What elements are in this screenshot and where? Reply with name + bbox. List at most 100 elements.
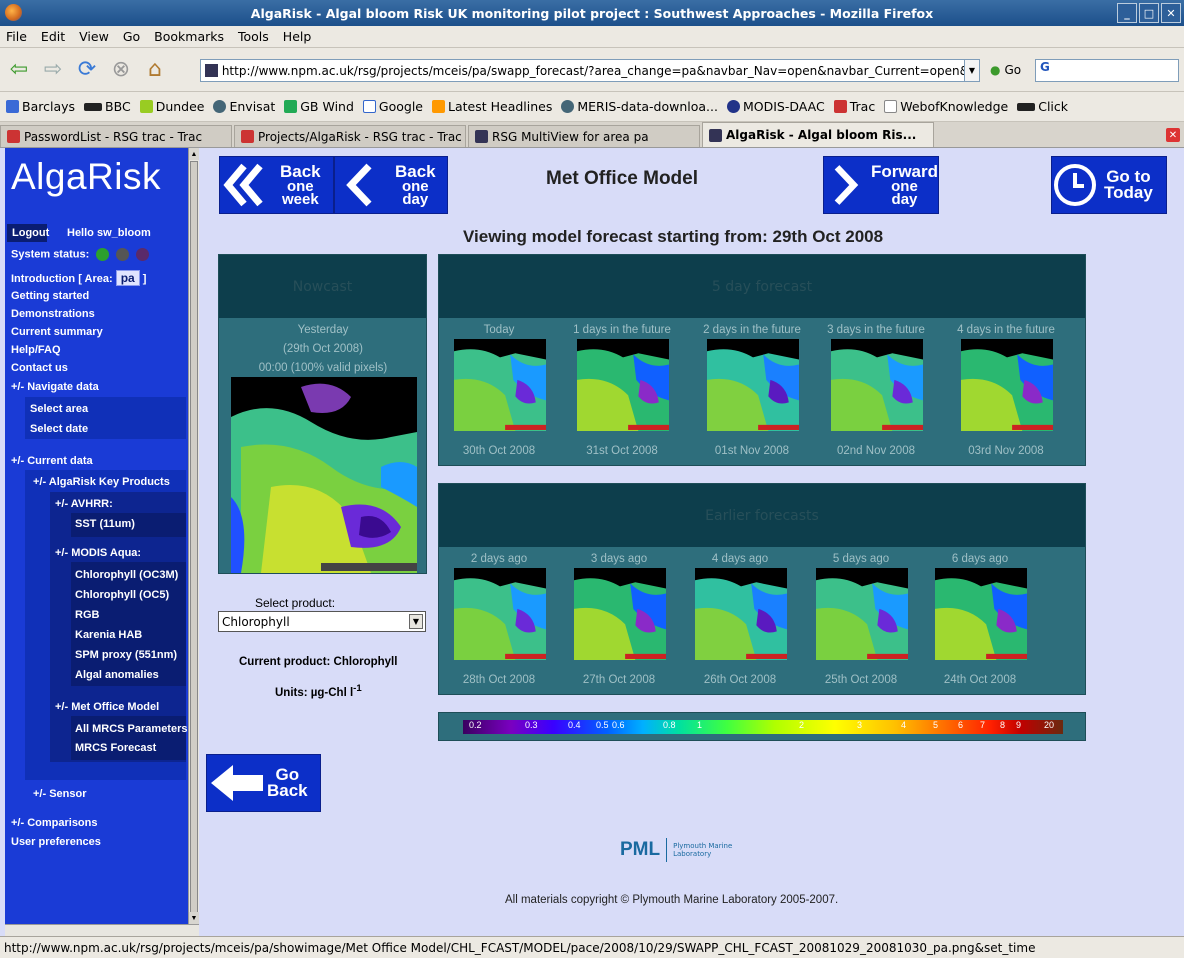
earlier-top-label: 6 days ago — [951, 553, 1009, 565]
bookmark-label: MERIS-data-downloa... — [577, 99, 718, 114]
forecast-map-thumbnail[interactable] — [961, 339, 1053, 431]
scroll-down-icon[interactable]: ▼ — [189, 912, 199, 924]
earlier-map-thumbnail[interactable] — [574, 568, 666, 660]
nowcast-map-image[interactable] — [231, 377, 417, 573]
go-button[interactable]: ● Go — [990, 63, 1021, 77]
go-to-today-button[interactable]: Go to Today — [1051, 156, 1167, 214]
menu-help[interactable]: Help — [283, 29, 312, 44]
sensor-toggle[interactable]: +/- Sensor — [33, 788, 87, 800]
spm-proxy-link[interactable]: SPM proxy (551nm) — [75, 649, 177, 661]
bookmark-latest-headlines[interactable]: Latest Headlines — [432, 99, 552, 114]
scroll-thumb[interactable] — [190, 161, 198, 916]
current-summary-link[interactable]: Current summary — [11, 326, 103, 338]
menu-edit[interactable]: Edit — [41, 29, 65, 44]
modis-toggle[interactable]: +/- MODIS Aqua: — [55, 547, 141, 559]
legend-tick-label: 0.5 — [596, 720, 609, 730]
earlier-top-label: 5 days ago — [832, 553, 890, 565]
back-one-week-button[interactable]: Back one week — [219, 156, 334, 214]
forecast-date-label: 01st Nov 2008 — [714, 445, 790, 457]
navigate-data-toggle[interactable]: +/- Navigate data — [11, 381, 99, 393]
contact-us-link[interactable]: Contact us — [11, 362, 68, 374]
bookmark-webofknowledge[interactable]: WebofKnowledge — [884, 99, 1008, 114]
bookmark-label: Latest Headlines — [448, 99, 553, 114]
search-input[interactable]: G — [1035, 59, 1179, 82]
forecast-map-thumbnail[interactable] — [454, 339, 546, 431]
go-to-today-label: Go to Today — [1104, 168, 1153, 201]
menu-go[interactable]: Go — [123, 29, 140, 44]
introduction-link[interactable]: Introduction — [11, 273, 75, 285]
scroll-up-icon[interactable]: ▲ — [189, 148, 199, 160]
units-exponent: -1 — [353, 683, 362, 694]
system-status: System status: — [11, 248, 150, 261]
chevron-down-icon[interactable]: ▼ — [409, 614, 423, 629]
close-tab-icon[interactable]: ✕ — [1166, 128, 1180, 142]
sst-link[interactable]: SST (11um) — [75, 518, 135, 530]
back-one-day-button[interactable]: Back one day — [334, 156, 448, 214]
earlier-map-thumbnail[interactable] — [454, 568, 546, 660]
current-data-toggle[interactable]: +/- Current data — [11, 455, 93, 467]
url-dropdown-icon[interactable]: ▼ — [964, 59, 980, 82]
close-window-button[interactable]: ✕ — [1161, 3, 1181, 23]
sidebar-vertical-scrollbar[interactable]: ▲ ▼ — [188, 148, 199, 924]
earlier-map-thumbnail[interactable] — [695, 568, 787, 660]
user-preferences-link[interactable]: User preferences — [11, 836, 101, 848]
chlorophyll-oc3m-link[interactable]: Chlorophyll (OC3M) — [75, 569, 178, 581]
bookmark-trac[interactable]: Trac — [833, 99, 875, 114]
bookmark-modis-daac[interactable]: MODIS-DAAC — [726, 99, 825, 114]
tab-rsg-multiview[interactable]: RSG MultiView for area pa — [468, 125, 700, 147]
forecast-map-thumbnail[interactable] — [577, 339, 669, 431]
getting-started-link[interactable]: Getting started — [11, 290, 89, 302]
menu-bookmarks[interactable]: Bookmarks — [154, 29, 224, 44]
menu-file[interactable]: File — [6, 29, 27, 44]
menu-tools[interactable]: Tools — [238, 29, 269, 44]
forward-one-day-button[interactable]: Forward one day — [823, 156, 939, 214]
demonstrations-link[interactable]: Demonstrations — [11, 308, 95, 320]
bookmark-dundee[interactable]: Dundee — [139, 99, 204, 114]
area-value[interactable]: pa — [115, 270, 140, 286]
forecast-map-thumbnail[interactable] — [831, 339, 923, 431]
rgb-link[interactable]: RGB — [75, 609, 99, 621]
bookmark-envisat[interactable]: Envisat — [213, 99, 275, 114]
reload-icon[interactable]: ⟳ — [72, 55, 102, 85]
bookmark-click[interactable]: Click — [1017, 99, 1068, 114]
tab-projects-algarisk[interactable]: Projects/AlgaRisk - RSG trac - Trac — [234, 125, 466, 147]
chlorophyll-oc5-link[interactable]: Chlorophyll (OC5) — [75, 589, 169, 601]
tab-passwordlist[interactable]: PasswordList - RSG trac - Trac — [0, 125, 232, 147]
bookmark-gb-wind[interactable]: GB Wind — [284, 99, 354, 114]
maximize-button[interactable]: □ — [1139, 3, 1159, 23]
earlier-map-thumbnail[interactable] — [816, 568, 908, 660]
bookmark-bbc[interactable]: BBC — [84, 99, 131, 114]
met-office-toggle[interactable]: +/- Met Office Model — [55, 701, 159, 713]
select-area-link[interactable]: Select area — [30, 403, 88, 415]
nowcast-header: Nowcast — [219, 255, 426, 318]
bookmark-meris[interactable]: MERIS-data-downloa... — [561, 99, 718, 114]
go-back-button[interactable]: Go Back — [206, 754, 321, 812]
sidebar-horizontal-scrollbar[interactable] — [5, 924, 199, 936]
clock-icon — [1054, 164, 1096, 206]
bookmark-google[interactable]: Google — [362, 99, 423, 114]
menu-view[interactable]: View — [79, 29, 109, 44]
url-input[interactable]: http://www.npm.ac.uk/rsg/projects/mceis/… — [200, 59, 970, 82]
select-date-link[interactable]: Select date — [30, 423, 88, 435]
avhrr-toggle[interactable]: +/- AVHRR: — [55, 498, 113, 510]
help-faq-link[interactable]: Help/FAQ — [11, 344, 61, 356]
stop-icon[interactable]: ⊗ — [106, 55, 136, 85]
legend-tick-label: 6 — [958, 720, 964, 730]
comparisons-toggle[interactable]: +/- Comparisons — [11, 817, 98, 829]
system-status-label: System status: — [11, 248, 90, 261]
mrcs-forecast-link[interactable]: MRCS Forecast — [75, 742, 156, 754]
forward-arrow-icon[interactable]: ⇨ — [38, 55, 68, 85]
minimize-button[interactable]: _ — [1117, 3, 1137, 23]
home-icon[interactable]: ⌂ — [140, 55, 170, 85]
key-products-toggle[interactable]: +/- AlgaRisk Key Products — [33, 476, 170, 488]
earlier-map-thumbnail[interactable] — [935, 568, 1027, 660]
logout-link[interactable]: Logout — [12, 227, 49, 239]
all-mrcs-link[interactable]: All MRCS Parameters — [75, 723, 188, 735]
product-select[interactable]: Chlorophyll ▼ — [218, 611, 426, 632]
back-arrow-icon[interactable]: ⇦ — [4, 55, 34, 85]
karenia-hab-link[interactable]: Karenia HAB — [75, 629, 142, 641]
bookmark-barclays[interactable]: Barclays — [6, 99, 75, 114]
tab-algarisk-active[interactable]: AlgaRisk - Algal bloom Ris... — [702, 122, 934, 147]
forecast-map-thumbnail[interactable] — [707, 339, 799, 431]
algal-anomalies-link[interactable]: Algal anomalies — [75, 669, 159, 681]
